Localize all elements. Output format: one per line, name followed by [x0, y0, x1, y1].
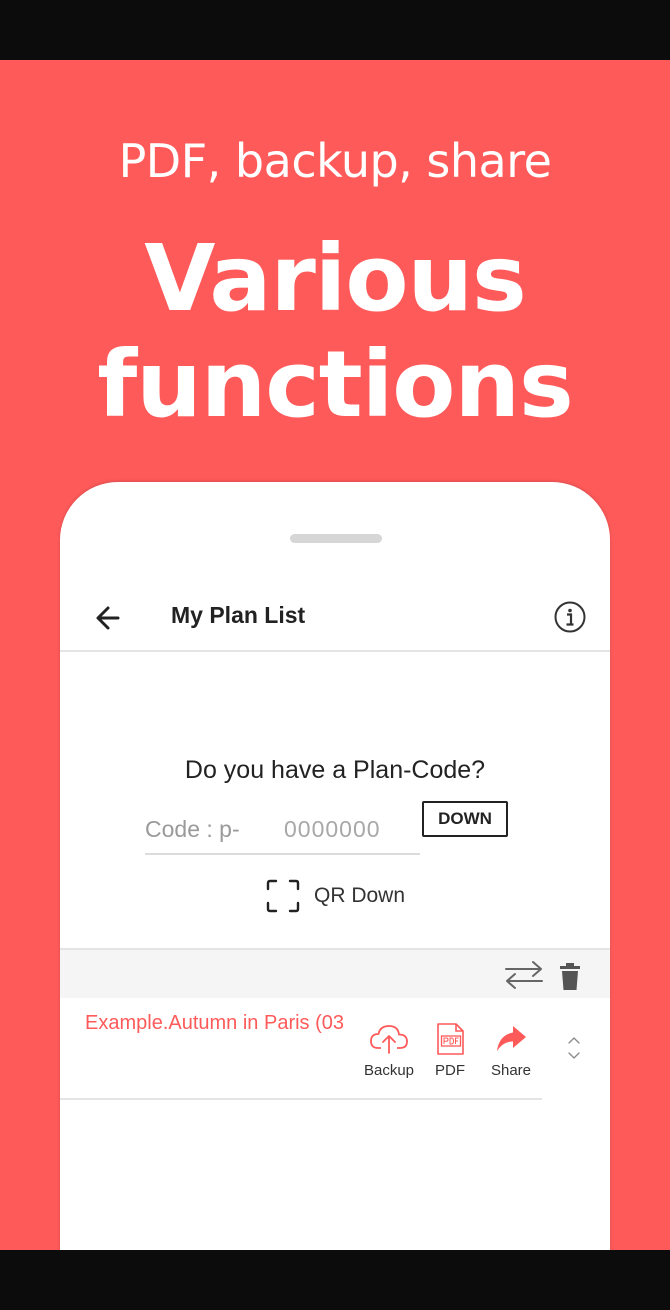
qr-down-label: QR Down: [314, 884, 406, 907]
info-button[interactable]: [554, 601, 586, 633]
down-button[interactable]: DOWN: [422, 801, 508, 837]
backup-label: Backup: [363, 1062, 415, 1079]
swap-button[interactable]: [502, 958, 546, 992]
plan-list-item[interactable]: Example.Autumn in Paris (03 Backup PDF S…: [60, 996, 610, 1100]
pdf-file-icon: [437, 1023, 464, 1055]
arrow-left-icon: [96, 606, 120, 630]
plan-title: Example.Autumn in Paris (03: [85, 1012, 345, 1034]
backup-button[interactable]: Backup: [359, 1022, 419, 1079]
plan-code-input[interactable]: [282, 810, 418, 848]
plan-code-section: Do you have a Plan-Code? Code : p- DOWN …: [60, 652, 610, 913]
app-bar: My Plan List: [60, 586, 610, 652]
plan-code-question: Do you have a Plan-Code?: [184, 756, 486, 784]
list-toolbar: [60, 948, 610, 998]
promo-headline: Various functions: [0, 226, 670, 438]
navigation-bar: [0, 1250, 670, 1310]
swap-arrows-icon: [505, 961, 543, 989]
back-button[interactable]: [88, 600, 128, 636]
pdf-button[interactable]: PDF: [420, 1022, 480, 1079]
code-input-underline: [145, 853, 420, 855]
pdf-label: PDF: [435, 1062, 465, 1079]
share-button[interactable]: Share: [481, 1022, 541, 1079]
status-bar: [0, 0, 670, 60]
phone-mockup: My Plan List Do you have a Plan-Code? Co…: [60, 482, 610, 1250]
qr-scan-icon: [266, 879, 300, 913]
page-title: My Plan List: [171, 602, 306, 628]
drag-reorder-icon: [568, 1037, 580, 1059]
phone-speaker: [290, 534, 382, 543]
screenshot-stage: PDF, backup, share Various functions My …: [0, 0, 670, 1310]
code-prefix-label: Code : p-: [145, 816, 240, 842]
reorder-handle[interactable]: [563, 1032, 585, 1064]
cloud-upload-icon: [370, 1025, 408, 1054]
promo-headline-line1: Various: [144, 225, 527, 332]
share-arrow-icon: [497, 1026, 526, 1051]
trash-icon: [560, 963, 580, 990]
promo-headline-line2: functions: [97, 331, 574, 438]
info-icon: [554, 601, 586, 633]
delete-button[interactable]: [558, 963, 582, 991]
qr-down-button[interactable]: QR Down: [266, 878, 405, 914]
promo-background: PDF, backup, share Various functions My …: [0, 60, 670, 1250]
share-label: Share: [490, 1062, 532, 1079]
promo-subtitle: PDF, backup, share: [118, 134, 552, 188]
item-divider: [60, 1098, 542, 1100]
